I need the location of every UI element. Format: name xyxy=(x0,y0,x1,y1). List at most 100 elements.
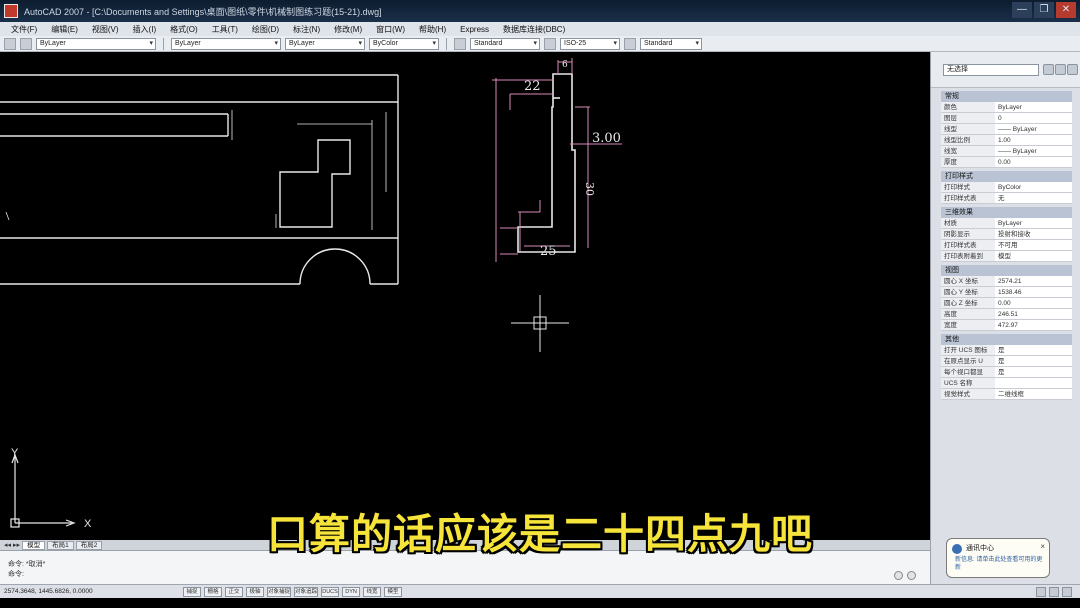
prop-value[interactable]: ByColor xyxy=(995,182,1072,192)
prop-row[interactable]: 打印样式表 不可用 xyxy=(941,240,1072,251)
prop-value[interactable]: —— ByLayer xyxy=(995,146,1072,156)
prop-value[interactable]: 是 xyxy=(995,345,1072,355)
prop-section-title[interactable]: 其他 xyxy=(941,334,1072,345)
prop-row[interactable]: 打印样式 ByColor xyxy=(941,182,1072,193)
command-prompt[interactable]: 命令: xyxy=(8,569,24,579)
text-style-icon[interactable] xyxy=(454,37,466,50)
dim-style-combo[interactable]: ISO-25 xyxy=(560,37,620,50)
toggle-pickadd-icon[interactable] xyxy=(1043,64,1054,75)
prop-value[interactable]: 投射和接收 xyxy=(995,229,1072,239)
menu-edit[interactable]: 编辑(E) xyxy=(44,24,85,35)
prop-row[interactable]: 图层 0 xyxy=(941,113,1072,124)
lineweight-combo[interactable]: ByColor xyxy=(369,37,439,50)
menu-tools[interactable]: 工具(T) xyxy=(205,24,245,35)
close-button[interactable]: ✕ xyxy=(1056,2,1076,18)
drawing-area[interactable]: 22 3.00 25 30 6 Y X xyxy=(0,52,930,540)
menu-dimension[interactable]: 标注(N) xyxy=(286,24,327,35)
prop-row[interactable]: 圆心 Z 坐标 0.00 xyxy=(941,298,1072,309)
text-style-combo[interactable]: Standard xyxy=(470,37,540,50)
prop-value[interactable]: 不可用 xyxy=(995,240,1072,250)
scroll-down-icon[interactable] xyxy=(907,571,916,580)
prop-row[interactable]: 在原点显示 U是 xyxy=(941,356,1072,367)
osnap-toggle[interactable]: 对象捕捉 xyxy=(267,586,292,597)
table-style-icon[interactable] xyxy=(624,37,636,50)
select-objects-icon[interactable] xyxy=(1055,64,1066,75)
prop-value[interactable]: 无 xyxy=(995,193,1072,203)
prop-row[interactable]: 颜色 ByLayer xyxy=(941,102,1072,113)
menu-help[interactable]: 帮助(H) xyxy=(412,24,453,35)
layer-state-icon[interactable] xyxy=(20,37,32,50)
prop-value[interactable]: 0 xyxy=(995,113,1072,123)
prop-row[interactable]: 每个视口都显是 xyxy=(941,367,1072,378)
prop-row[interactable]: 高度 246.51 xyxy=(941,309,1072,320)
linetype-combo[interactable]: ByLayer xyxy=(285,37,365,50)
layer-combo[interactable]: ByLayer xyxy=(36,37,156,50)
prop-value[interactable]: ByLayer xyxy=(995,102,1072,112)
minimize-button[interactable]: — xyxy=(1012,2,1032,18)
prop-value[interactable] xyxy=(995,378,1072,388)
prop-value[interactable]: 472.97 xyxy=(995,320,1072,330)
clean-screen-icon[interactable] xyxy=(1062,586,1072,597)
color-combo[interactable]: ByLayer xyxy=(171,37,281,50)
prop-value[interactable]: 2574.21 xyxy=(995,276,1072,286)
grid-toggle[interactable]: 栅格 xyxy=(204,586,222,597)
prop-value[interactable]: 0.00 xyxy=(995,298,1072,308)
prop-row[interactable]: 阴影显示 投射和接收 xyxy=(941,229,1072,240)
prop-section-title[interactable]: 常规 xyxy=(941,91,1072,102)
prop-row[interactable]: 视觉样式 二维线框 xyxy=(941,389,1072,400)
prop-row[interactable]: 圆心 Y 坐标 1538.46 xyxy=(941,287,1072,298)
prop-value[interactable]: 1.00 xyxy=(995,135,1072,145)
prop-value[interactable]: 是 xyxy=(995,367,1072,377)
dyn-toggle[interactable]: DYN xyxy=(342,586,361,597)
prop-value[interactable]: —— ByLayer xyxy=(995,124,1072,134)
prop-section-title[interactable]: 视图 xyxy=(941,265,1072,276)
prop-value[interactable]: 模型 xyxy=(995,251,1072,261)
prop-row[interactable]: 线型 —— ByLayer xyxy=(941,124,1072,135)
quick-select-icon[interactable] xyxy=(1067,64,1078,75)
dim-style-icon[interactable] xyxy=(544,37,556,50)
ducs-toggle[interactable]: DUCS xyxy=(321,586,340,597)
table-style-combo[interactable]: Standard xyxy=(640,37,702,50)
prop-row[interactable]: 打印样式表无 xyxy=(941,193,1072,204)
prop-value[interactable]: 0.00 xyxy=(995,157,1072,167)
menu-format[interactable]: 格式(O) xyxy=(163,24,205,35)
menu-express[interactable]: Express xyxy=(453,25,496,34)
prop-section-title[interactable]: 三维效果 xyxy=(941,207,1072,218)
prop-value[interactable]: 是 xyxy=(995,356,1072,366)
comm-center-icon[interactable] xyxy=(1036,586,1046,597)
prop-row[interactable]: 打印表附着到 模型 xyxy=(941,251,1072,262)
scroll-up-icon[interactable] xyxy=(894,571,903,580)
lineweight-toggle[interactable]: 线宽 xyxy=(363,586,382,597)
menu-modify[interactable]: 修改(M) xyxy=(327,24,369,35)
menu-dbconnect[interactable]: 数据库连接(DBC) xyxy=(496,24,572,35)
prop-row[interactable]: 厚度 0.00 xyxy=(941,157,1072,168)
autocad-app-icon[interactable] xyxy=(4,4,18,18)
tray-settings-icon[interactable] xyxy=(1049,586,1059,597)
snap-toggle[interactable]: 捕捉 xyxy=(183,586,201,597)
otrack-toggle[interactable]: 对象追踪 xyxy=(294,586,319,597)
layer-manager-icon[interactable] xyxy=(4,37,16,50)
prop-value[interactable]: 二维线框 xyxy=(995,389,1072,399)
prop-row[interactable]: 线型比例 1.00 xyxy=(941,135,1072,146)
prop-row[interactable]: 打开 UCS 图标是 xyxy=(941,345,1072,356)
prop-row[interactable]: 圆心 X 坐标 2574.21 xyxy=(941,276,1072,287)
menu-view[interactable]: 视图(V) xyxy=(85,24,126,35)
prop-value[interactable]: 246.51 xyxy=(995,309,1072,319)
menu-window[interactable]: 窗口(W) xyxy=(369,24,412,35)
prop-value[interactable]: 1538.46 xyxy=(995,287,1072,297)
selection-combo[interactable]: 无选择 xyxy=(943,64,1039,76)
prop-row[interactable]: UCS 名称 xyxy=(941,378,1072,389)
menu-file[interactable]: 文件(F) xyxy=(4,24,44,35)
prop-row[interactable]: 宽度 472.97 xyxy=(941,320,1072,331)
polar-toggle[interactable]: 极轴 xyxy=(246,586,264,597)
model-toggle[interactable]: 模型 xyxy=(384,586,403,597)
prop-row[interactable]: 材质 ByLayer xyxy=(941,218,1072,229)
menu-insert[interactable]: 插入(I) xyxy=(126,24,164,35)
coordinate-readout[interactable]: 2574.3648, 1445.6826, 0.0000 xyxy=(4,588,180,595)
prop-value[interactable]: ByLayer xyxy=(995,218,1072,228)
menu-draw[interactable]: 绘图(D) xyxy=(245,24,286,35)
prop-row[interactable]: 线宽 —— ByLayer xyxy=(941,146,1072,157)
restore-button[interactable]: ❐ xyxy=(1034,2,1054,18)
prop-section-title[interactable]: 打印样式 xyxy=(941,171,1072,182)
ortho-toggle[interactable]: 正交 xyxy=(225,586,243,597)
